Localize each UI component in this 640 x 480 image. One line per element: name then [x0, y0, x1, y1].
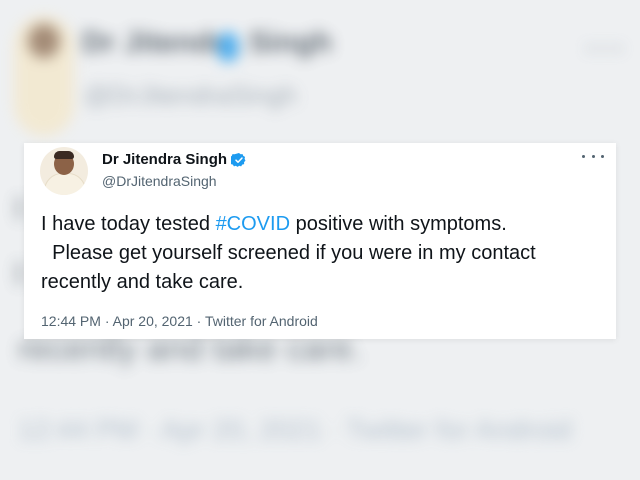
tweet-text-segment: I have today tested [41, 213, 216, 235]
author-handle[interactable]: @DrJitendraSingh [102, 173, 217, 189]
tweet-text-line-3: recently and take care. [41, 271, 244, 293]
more-options-icon[interactable] [582, 149, 604, 163]
blurred-author-name: Dr Jitendra Singh [82, 26, 333, 59]
tweet-date[interactable]: Apr 20, 2021 [113, 313, 193, 329]
meta-separator: · [100, 313, 113, 329]
blurred-more-icon: • • • [586, 36, 622, 61]
tweet-meta: 12:44 PM · Apr 20, 2021 · Twitter for An… [41, 313, 318, 329]
blurred-verified-icon [218, 32, 238, 62]
blurred-text-line-2: I [14, 255, 24, 293]
avatar[interactable] [40, 147, 88, 195]
tweet-text: I have today tested #COVID positive with… [41, 210, 611, 297]
tweet-text-line-2: Please get yourself screened if you were… [41, 242, 536, 264]
verified-badge-icon [231, 152, 246, 167]
meta-separator: · [192, 313, 205, 329]
tweet-card: Dr Jitendra Singh @DrJitendraSingh I hav… [24, 143, 616, 339]
hashtag-link[interactable]: #COVID [216, 213, 290, 235]
tweet-text-segment: positive with symptoms. [290, 213, 507, 235]
author-row: Dr Jitendra Singh [102, 151, 247, 168]
blurred-meta: 12:44 PM · Apr 20, 2021 · Twitter for An… [18, 414, 572, 445]
author-name[interactable]: Dr Jitendra Singh [102, 151, 227, 168]
tweet-text-line-1: I have today tested #COVID positive with… [41, 210, 611, 239]
tweet-time[interactable]: 12:44 PM [41, 313, 101, 329]
blurred-text-line-1: I [14, 190, 24, 228]
blurred-avatar [14, 16, 74, 136]
blurred-handle: @DrJitendraSingh [84, 80, 297, 110]
tweet-source[interactable]: Twitter for Android [205, 313, 318, 329]
